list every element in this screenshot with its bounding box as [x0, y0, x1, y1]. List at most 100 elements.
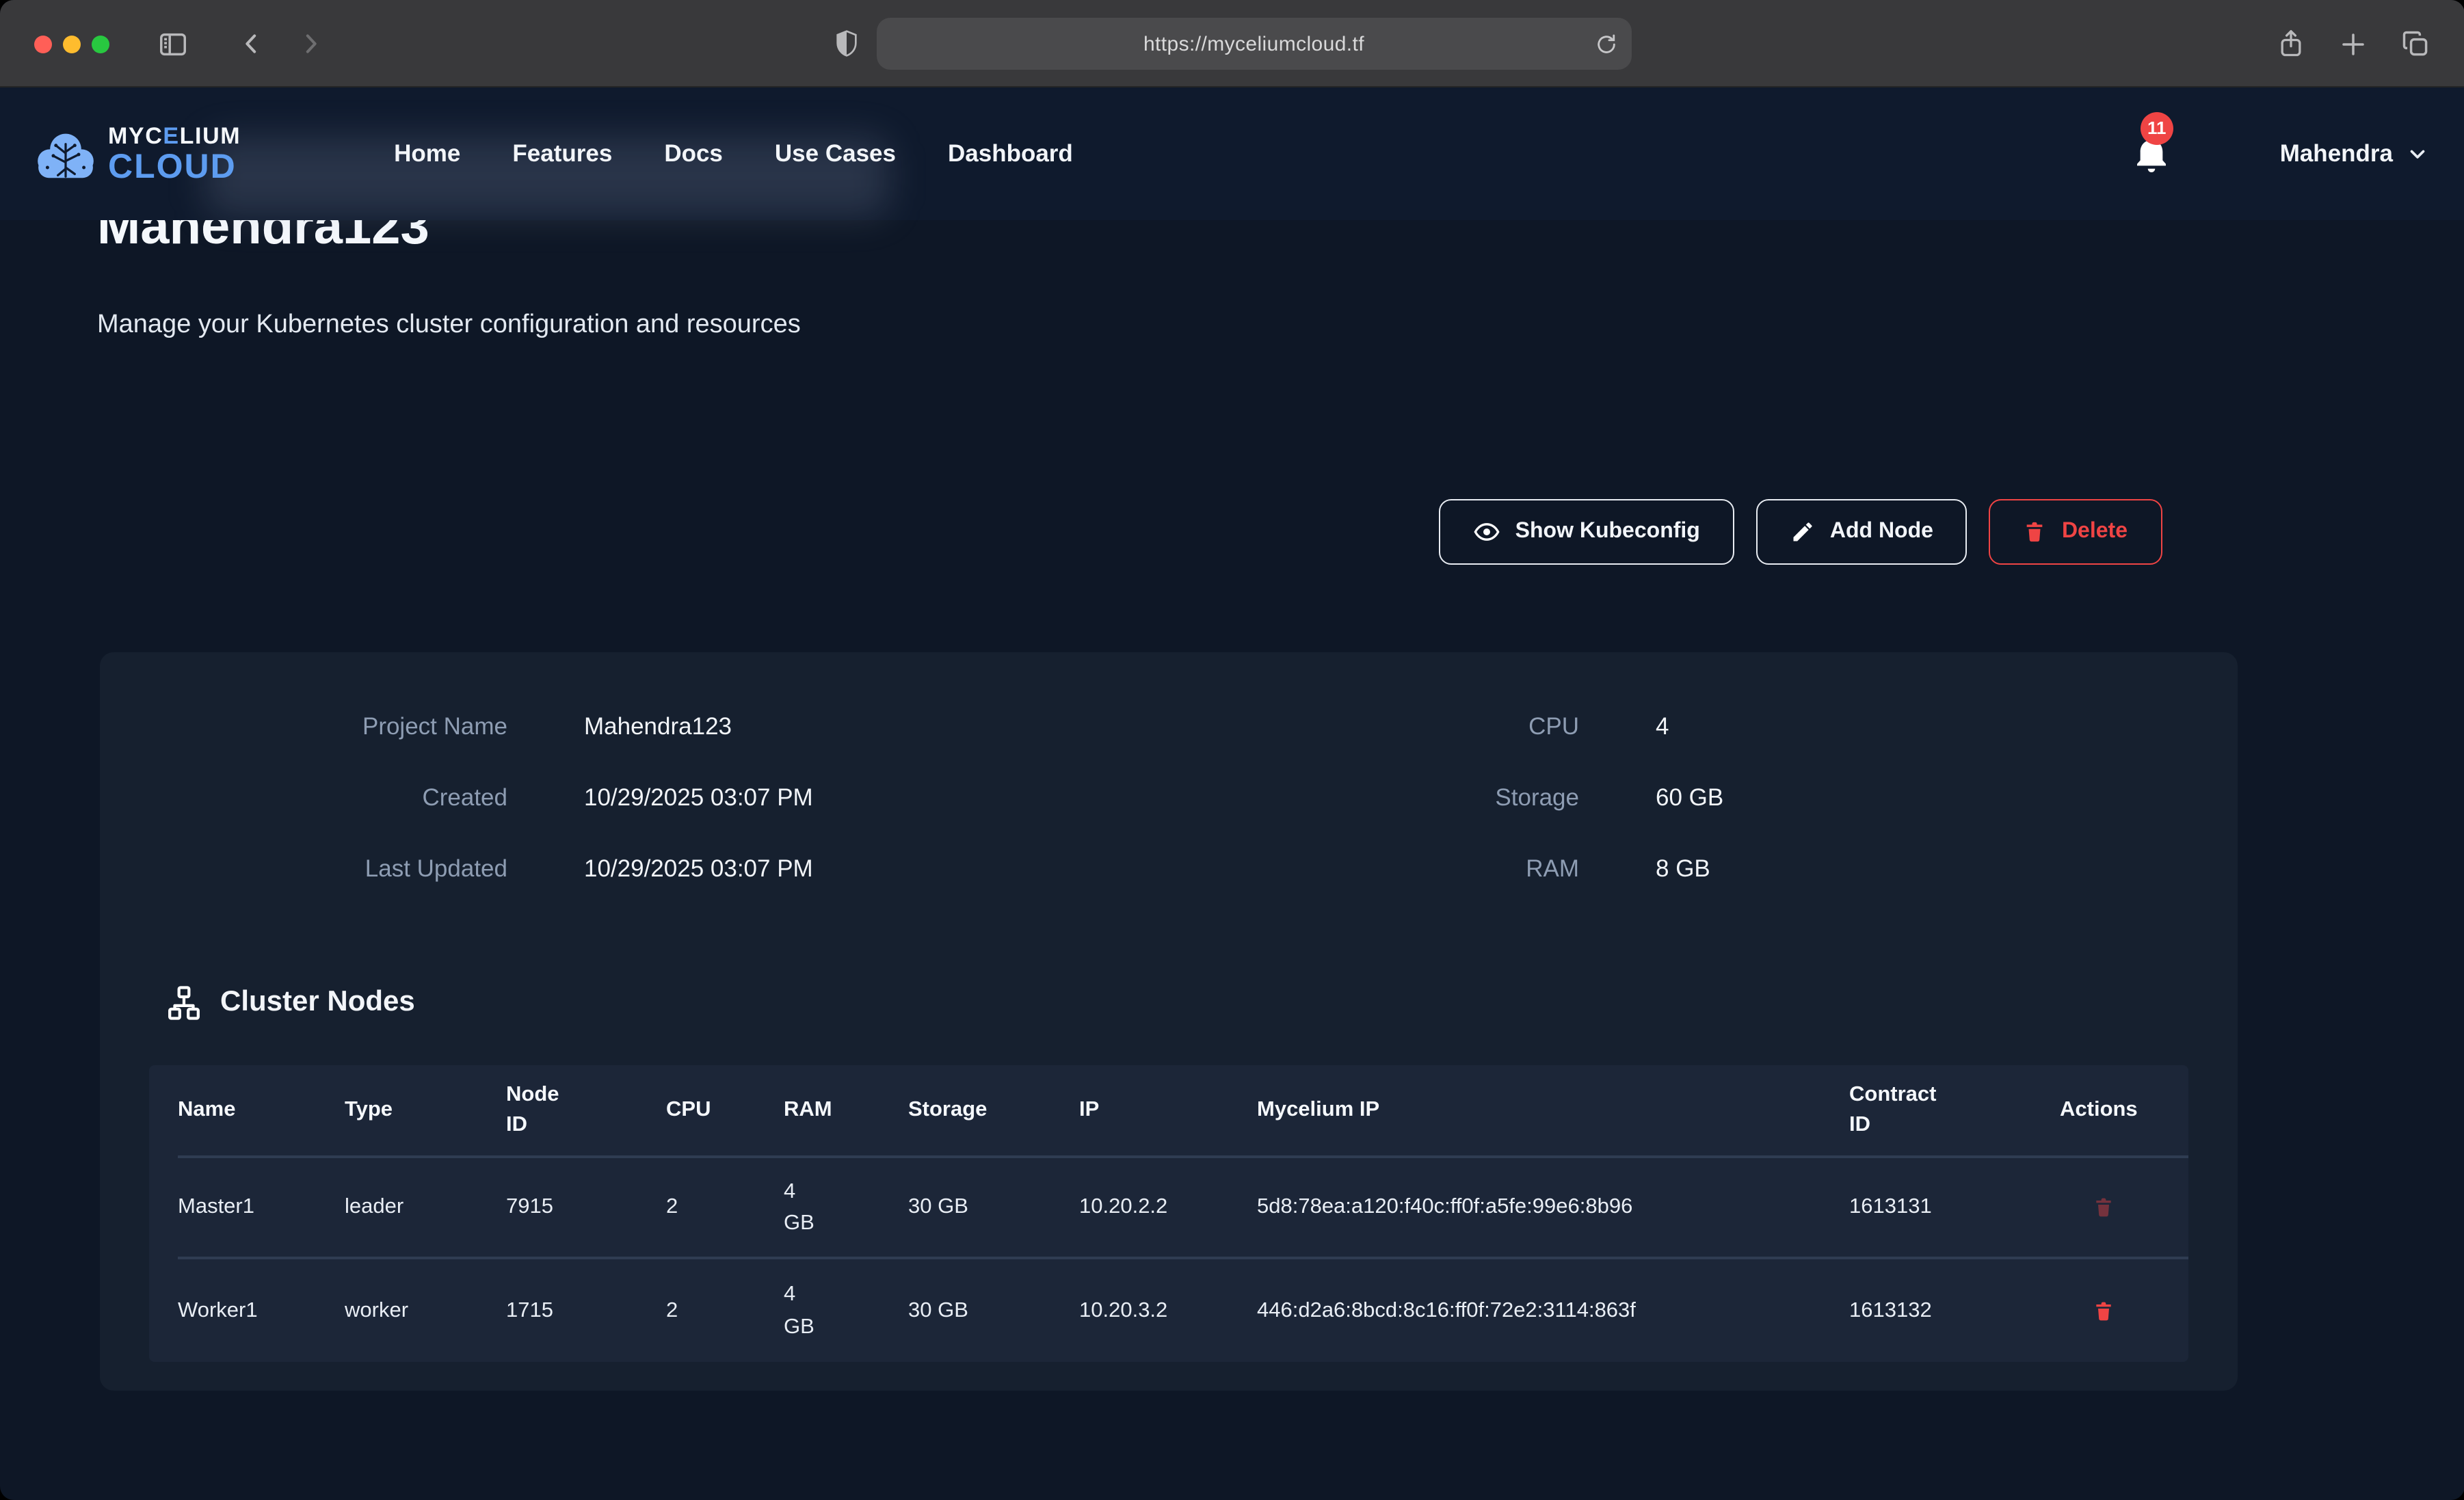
delete-node-button[interactable] — [2093, 1195, 2115, 1220]
share-icon[interactable] — [2273, 0, 2309, 88]
cluster-nodes-heading: Cluster Nodes — [165, 980, 2172, 1024]
browser-window: https://myceliumcloud.tf — [0, 0, 2464, 1500]
nav-link-use-cases[interactable]: Use Cases — [775, 139, 896, 168]
cell-cpu: 2 — [666, 1192, 784, 1224]
cluster-page: Mahendra123 Manage your Kubernetes clust… — [0, 196, 2464, 1475]
trash-icon — [2024, 520, 2047, 544]
site-navbar: MYCELIUM CLOUD Home Features Docs Use Ca… — [0, 88, 2464, 220]
delete-cluster-label: Delete — [2062, 520, 2128, 544]
brand-wordmark: MYCELIUM CLOUD — [108, 124, 241, 184]
cell-contract-id: 1613131 — [1849, 1192, 2060, 1224]
browser-chrome: https://myceliumcloud.tf — [0, 0, 2464, 88]
table-header-row: Name Type Node ID CPU RAM Storage IP Myc… — [178, 1065, 2188, 1158]
col-storage: Storage — [908, 1095, 1079, 1126]
cell-actions — [2060, 1298, 2188, 1323]
col-actions: Actions — [2060, 1095, 2188, 1126]
storage-label: Storage — [1169, 783, 1579, 812]
cell-ram: 4 GB — [784, 1176, 908, 1240]
stage: https://myceliumcloud.tf — [0, 0, 2464, 1500]
created-value: 10/29/2025 03:07 PM — [584, 783, 813, 812]
add-node-button[interactable]: Add Node — [1756, 499, 1968, 565]
col-cpu: CPU — [666, 1095, 784, 1126]
cell-node-id: 1715 — [506, 1295, 666, 1327]
notifications-button[interactable]: 11 — [2132, 131, 2173, 177]
nav-link-features[interactable]: Features — [512, 139, 612, 168]
new-tab-icon[interactable] — [2335, 0, 2370, 88]
refresh-icon[interactable] — [1595, 18, 1618, 70]
show-kubeconfig-label: Show Kubeconfig — [1515, 520, 1700, 544]
nav-links: Home Features Docs Use Cases Dashboard — [394, 139, 1073, 168]
col-node-id: Node ID — [506, 1080, 666, 1141]
nav-link-docs[interactable]: Docs — [664, 139, 723, 168]
cpu-value: 4 — [1656, 712, 1669, 740]
brand-line1-a: MYC — [108, 122, 163, 148]
cell-name: Worker1 — [178, 1295, 345, 1327]
cluster-details: Project Name Mahendra123 Created 10/29/202… — [100, 652, 2238, 904]
details-right-column: CPU 4 Storage 60 GB RAM 8 GB — [1169, 691, 2172, 904]
cell-cpu: 2 — [666, 1295, 784, 1327]
cell-type: worker — [345, 1295, 506, 1327]
delete-node-button[interactable] — [2093, 1298, 2115, 1323]
cell-type: leader — [345, 1192, 506, 1224]
cluster-nodes-title: Cluster Nodes — [220, 986, 415, 1019]
brand-line1-b: LIUM — [180, 122, 241, 148]
cell-mycelium-ip: 5d8:78ea:a120:f40c:ff0f:a5fe:99e6:8b96 — [1257, 1192, 1849, 1224]
nav-link-dashboard[interactable]: Dashboard — [948, 139, 1073, 168]
notification-badge: 11 — [2141, 111, 2173, 144]
cluster-nodes-table: Name Type Node ID CPU RAM Storage IP Myc… — [149, 1065, 2188, 1362]
cluster-details-card: Project Name Mahendra123 Created 10/29/202… — [100, 652, 2238, 1391]
user-name: Mahendra — [2280, 139, 2393, 168]
col-name: Name — [178, 1095, 345, 1126]
last-updated-label: Last Updated — [165, 854, 507, 883]
col-contract-id: Contract ID — [1849, 1080, 2060, 1141]
created-label: Created — [165, 783, 507, 812]
chevron-down-icon — [2405, 142, 2428, 165]
url-text[interactable]: https://myceliumcloud.tf — [1143, 32, 1364, 55]
col-mycelium-ip: Mycelium IP — [1257, 1095, 1849, 1126]
details-left-column: Project Name Mahendra123 Created 10/29/202… — [165, 691, 1169, 904]
storage-value: 60 GB — [1656, 783, 1723, 812]
cell-ip: 10.20.2.2 — [1079, 1192, 1257, 1224]
user-menu[interactable]: Mahendra — [2280, 139, 2428, 168]
cell-node-id: 7915 — [506, 1192, 666, 1224]
show-kubeconfig-button[interactable]: Show Kubeconfig — [1439, 499, 1734, 565]
network-icon — [165, 984, 202, 1021]
privacy-shield-icon[interactable] — [833, 27, 860, 60]
cluster-actions: Show Kubeconfig Add Node Delete — [97, 499, 2367, 565]
table-row: Worker1 worker 1715 2 4 GB 30 GB 10.20.3… — [178, 1259, 2188, 1362]
trash-icon — [2093, 1195, 2115, 1220]
address-area: https://myceliumcloud.tf — [0, 0, 2464, 88]
delete-cluster-button[interactable]: Delete — [1989, 499, 2162, 565]
ram-label: RAM — [1169, 854, 1579, 883]
mycelium-cloud-logo-icon — [36, 128, 96, 180]
brand-logo[interactable]: MYCELIUM CLOUD — [36, 124, 241, 184]
tab-overview-icon[interactable] — [2396, 0, 2435, 88]
project-name-value: Mahendra123 — [584, 712, 732, 740]
eye-icon — [1473, 518, 1500, 546]
table-row: Master1 leader 7915 2 4 GB 30 GB 10.20.2… — [178, 1158, 2188, 1259]
cpu-label: CPU — [1169, 712, 1579, 740]
cell-storage: 30 GB — [908, 1295, 1079, 1327]
cell-name: Master1 — [178, 1192, 345, 1224]
brand-line2: CLOUD — [108, 150, 241, 184]
col-ip: IP — [1079, 1095, 1257, 1126]
last-updated-value: 10/29/2025 03:07 PM — [584, 854, 813, 883]
add-node-label: Add Node — [1830, 520, 1933, 544]
page-subtitle: Manage your Kubernetes cluster configura… — [97, 308, 2367, 343]
col-type: Type — [345, 1095, 506, 1126]
cell-ip: 10.20.3.2 — [1079, 1295, 1257, 1327]
brand-line1-e: E — [163, 122, 179, 148]
project-name-label: Project Name — [165, 712, 507, 740]
nav-link-home[interactable]: Home — [394, 139, 460, 168]
url-bar[interactable]: https://myceliumcloud.tf — [877, 18, 1632, 70]
cell-actions — [2060, 1195, 2188, 1220]
cell-mycelium-ip: 446:d2a6:8bcd:8c16:ff0f:72e2:3114:863f — [1257, 1295, 1849, 1327]
cell-contract-id: 1613132 — [1849, 1295, 2060, 1327]
pencil-icon — [1790, 520, 1815, 544]
col-ram: RAM — [784, 1095, 908, 1126]
nav-right: 11 Mahendra — [2132, 131, 2428, 177]
cell-storage: 30 GB — [908, 1192, 1079, 1224]
cell-ram: 4 GB — [784, 1279, 908, 1343]
trash-icon — [2093, 1298, 2115, 1323]
ram-value: 8 GB — [1656, 854, 1710, 883]
